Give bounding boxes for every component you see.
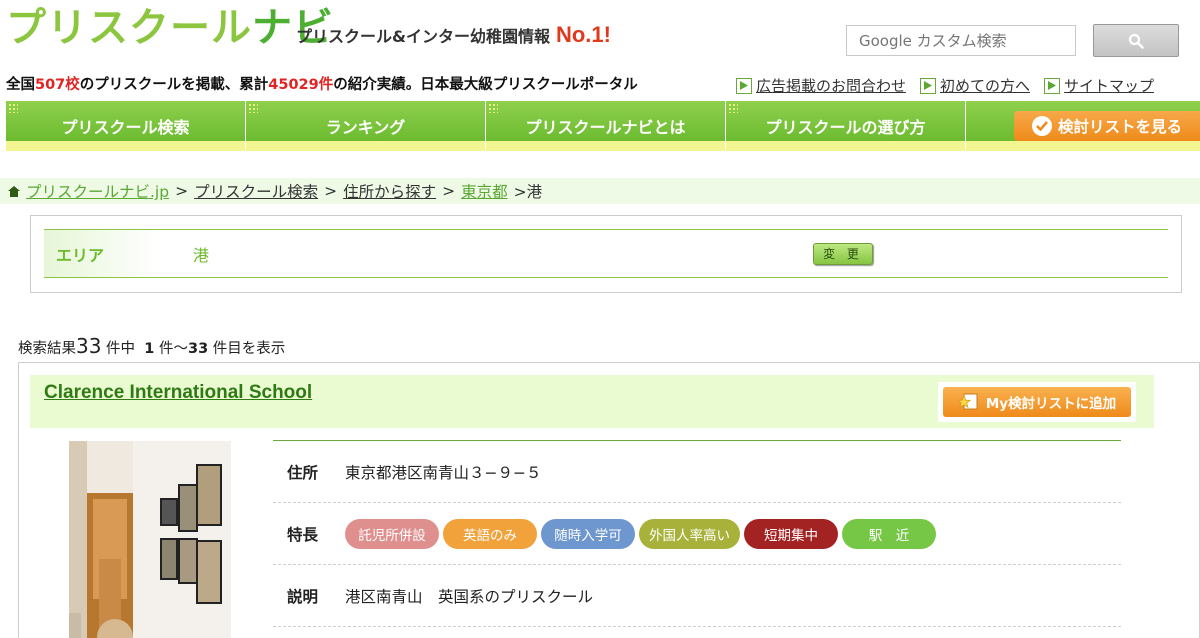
result-text: 件目を表示 [208, 341, 286, 357]
area-value: 港 [193, 245, 210, 265]
summary-text: の紹介実績。日本最大級プリスクールポータル [333, 77, 638, 93]
address-label: 住所 [287, 463, 319, 482]
feature-tags: 託児所併設 英語のみ 随時入学可 外国人率高い 短期集中 駅 近 [345, 518, 936, 549]
nav-item-search[interactable]: プリスクール検索 [6, 101, 246, 151]
school-title-link[interactable]: Clarence International School [44, 382, 312, 404]
address-row: 住所 東京都港区南青山３−９−５ [273, 441, 1121, 503]
toplink-sitemap[interactable]: サイトマップ [1044, 75, 1154, 96]
breadcrumb: プリスクールナビ.jp > プリスクール検索 > 住所から探す > 東京都 >港 [0, 178, 1200, 204]
toplink-label: 初めての方へ [940, 77, 1031, 95]
nav-item-label: プリスクールナビとは [525, 118, 686, 137]
play-arrow-icon [920, 77, 937, 94]
school-card-header: Clarence International School My検討リストに追加 [30, 375, 1154, 428]
breadcrumb-home[interactable]: プリスクールナビ.jp [26, 180, 169, 202]
tagline-text: プリスクール&インター幼稚園情報 [296, 27, 550, 46]
logo-text-part1: プリスクール [6, 5, 252, 51]
search-input[interactable] [846, 25, 1076, 56]
add-to-list-wrapper: My検討リストに追加 [938, 382, 1136, 422]
tagline-badge: No.1! [555, 22, 611, 47]
nav-item-label: プリスクールの選び方 [765, 118, 926, 137]
home-icon [8, 185, 20, 197]
site-logo[interactable]: プリスクールナビ [6, 2, 334, 50]
main-nav: プリスクール検索 ランキング プリスクールナビとは プリスクールの選び方 検討リ… [6, 101, 1200, 151]
school-card: Clarence International School My検討リストに追加 [18, 362, 1200, 638]
result-text: 件中 [101, 341, 145, 357]
breadcrumb-separator: > [324, 182, 338, 200]
result-prefix: 検索結果 [18, 341, 76, 357]
nav-item-how-to-choose[interactable]: プリスクールの選び方 [726, 101, 966, 151]
feature-tag: 駅 近 [842, 518, 936, 549]
toplink-first-visit[interactable]: 初めての方へ [920, 75, 1030, 96]
breadcrumb-search[interactable]: プリスクール検索 [194, 180, 318, 202]
result-text: 件〜 [154, 341, 188, 357]
summary-text: のプリスクールを掲載、累計 [79, 77, 269, 93]
feature-tag: 託児所併設 [345, 518, 439, 549]
toplink-label: 広告掲載のお問合わせ [756, 77, 907, 95]
nav-dots-decoration [248, 103, 258, 113]
summary-text: 全国 [6, 77, 35, 93]
toplink-label: サイトマップ [1064, 77, 1155, 95]
search-button[interactable] [1093, 24, 1179, 57]
view-list-button[interactable]: 検討リストを見る [1014, 111, 1200, 141]
nav-item-ranking[interactable]: ランキング [246, 101, 486, 151]
school-photo-image [69, 441, 231, 638]
description-row: 説明 港区南青山 英国系のプリスクール [273, 565, 1121, 627]
result-count: 検索結果 33 件中 1 件〜 33 件目を表示 [18, 334, 285, 358]
area-filter-row: エリア 港 変 更 [44, 229, 1168, 278]
check-icon [1031, 116, 1052, 136]
breadcrumb-separator: > [442, 182, 456, 200]
result-from: 1 [144, 341, 155, 357]
nav-dots-decoration [8, 103, 18, 113]
toplink-ad-inquiry[interactable]: 広告掲載のお問合わせ [736, 75, 906, 96]
school-info-table: 住所 東京都港区南青山３−９−５ 特長 託児所併設 英語のみ 随時入学可 外国人… [273, 440, 1121, 627]
breadcrumb-separator: > [175, 182, 189, 200]
add-to-list-button[interactable]: My検討リストに追加 [943, 387, 1131, 417]
school-photo [69, 441, 231, 638]
breadcrumb-current-label: 港 [526, 183, 543, 201]
site-summary: 全国507校のプリスクールを掲載、累計45029件の紹介実績。日本最大級プリスク… [6, 73, 638, 94]
nav-item-label: プリスクール検索 [61, 118, 190, 137]
description-label: 説明 [287, 587, 319, 606]
referral-count: 45029件 [268, 77, 334, 93]
site-tagline: プリスクール&インター幼稚園情報 No.1! [296, 22, 611, 48]
nav-dots-decoration [728, 103, 738, 113]
nav-item-about[interactable]: プリスクールナビとは [486, 101, 726, 151]
nav-dots-decoration [488, 103, 498, 113]
change-area-button[interactable]: 変 更 [813, 242, 873, 265]
magnifier-icon [1128, 33, 1144, 49]
features-label: 特長 [287, 525, 319, 544]
view-list-label: 検討リストを見る [1057, 118, 1182, 136]
address-value: 東京都港区南青山３−９−５ [345, 463, 542, 482]
nav-item-label: ランキング [325, 118, 406, 137]
top-links: 広告掲載のお問合わせ 初めての方へ サイトマップ [736, 75, 1154, 96]
play-arrow-icon [736, 77, 752, 94]
feature-tag: 外国人率高い [639, 518, 740, 549]
result-total: 33 [76, 334, 102, 358]
features-row: 特長 託児所併設 英語のみ 随時入学可 外国人率高い 短期集中 駅 近 [273, 503, 1121, 565]
feature-tag: 英語のみ [443, 518, 537, 549]
feature-tag: 随時入学可 [541, 518, 635, 549]
play-arrow-icon [1044, 77, 1061, 94]
breadcrumb-separator: > [513, 183, 527, 201]
breadcrumb-address-search[interactable]: 住所から探す [343, 180, 436, 202]
nav-item-list: 検討リストを見る [966, 101, 1200, 151]
add-to-list-label: My検討リストに追加 [985, 396, 1117, 412]
area-filter-box: エリア 港 変 更 [30, 215, 1182, 293]
breadcrumb-current: >港 [514, 180, 543, 202]
result-to: 33 [187, 341, 209, 357]
feature-tag: 短期集中 [744, 518, 838, 549]
school-count: 507校 [35, 77, 80, 93]
star-icon [957, 393, 978, 410]
description-value: 港区南青山 英国系のプリスクール [345, 587, 594, 606]
breadcrumb-tokyo[interactable]: 東京都 [461, 180, 508, 202]
area-label: エリア [44, 230, 157, 277]
